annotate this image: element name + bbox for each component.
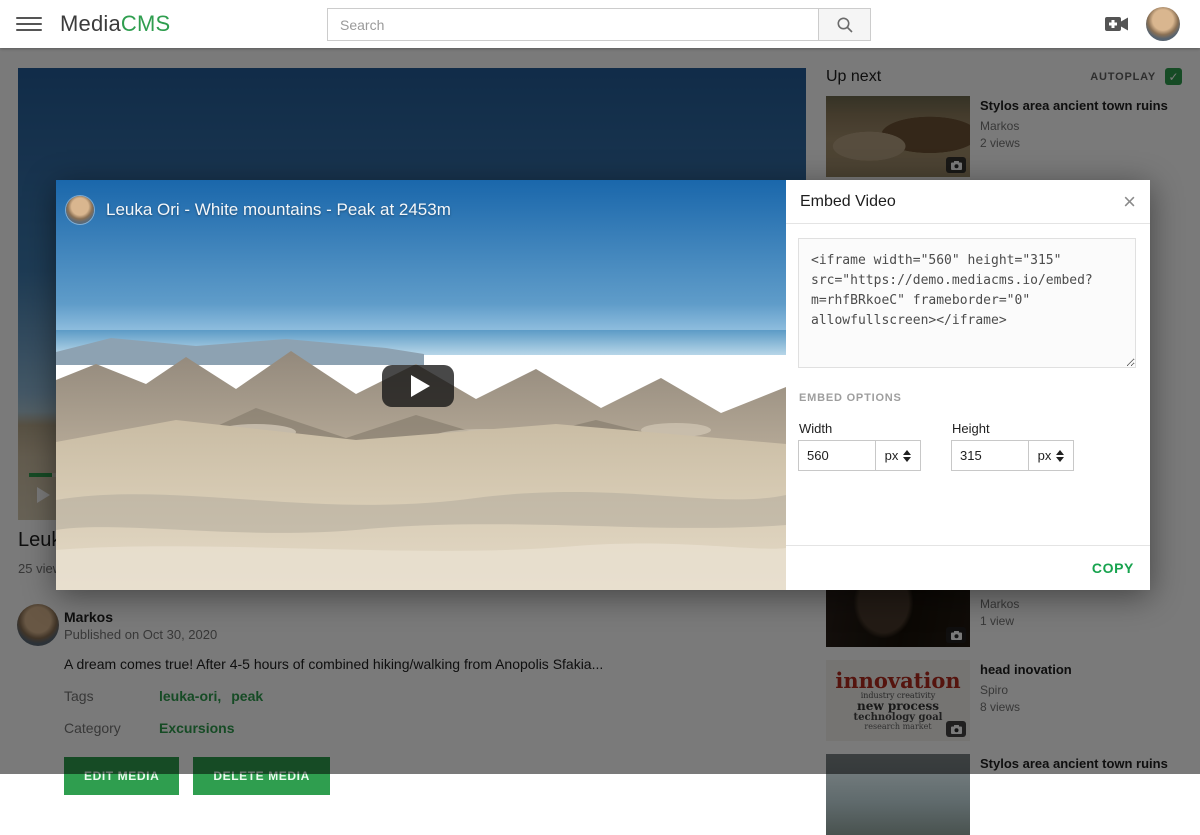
embed-options-label: EMBED OPTIONS (799, 392, 902, 404)
spinner-arrows-icon (903, 450, 911, 462)
modal-title: Embed Video (800, 193, 896, 211)
height-label: Height (952, 421, 990, 436)
brand-logo[interactable]: MediaCMS (60, 11, 170, 37)
embed-options-panel: Embed Video × <iframe width="560" height… (786, 180, 1150, 590)
menu-icon[interactable] (16, 11, 42, 37)
preview-video-title[interactable]: Leuka Ori - White mountains - Peak at 24… (106, 200, 451, 220)
play-icon (411, 375, 430, 397)
copy-button[interactable]: COPY (1092, 560, 1134, 576)
search-input[interactable] (327, 8, 818, 41)
search-button[interactable] (818, 8, 871, 41)
width-input[interactable] (798, 440, 876, 471)
height-unit-select[interactable]: px (1028, 440, 1074, 471)
spinner-arrows-icon (1056, 450, 1064, 462)
embed-code-textarea[interactable]: <iframe width="560" height="315" src="ht… (798, 238, 1136, 368)
app-header: MediaCMS (0, 0, 1200, 48)
user-avatar[interactable] (1146, 7, 1180, 41)
embed-video-modal: Leuka Ori - White mountains - Peak at 24… (56, 180, 1150, 590)
preview-play-button[interactable] (382, 365, 454, 407)
embed-preview-player[interactable]: Leuka Ori - White mountains - Peak at 24… (56, 180, 786, 590)
width-label: Width (799, 421, 832, 436)
close-icon[interactable]: × (1123, 191, 1136, 213)
preview-channel-avatar[interactable] (66, 196, 94, 224)
upload-media-icon[interactable] (1104, 13, 1130, 35)
height-input[interactable] (951, 440, 1029, 471)
search-icon (836, 16, 854, 34)
width-unit-select[interactable]: px (875, 440, 921, 471)
